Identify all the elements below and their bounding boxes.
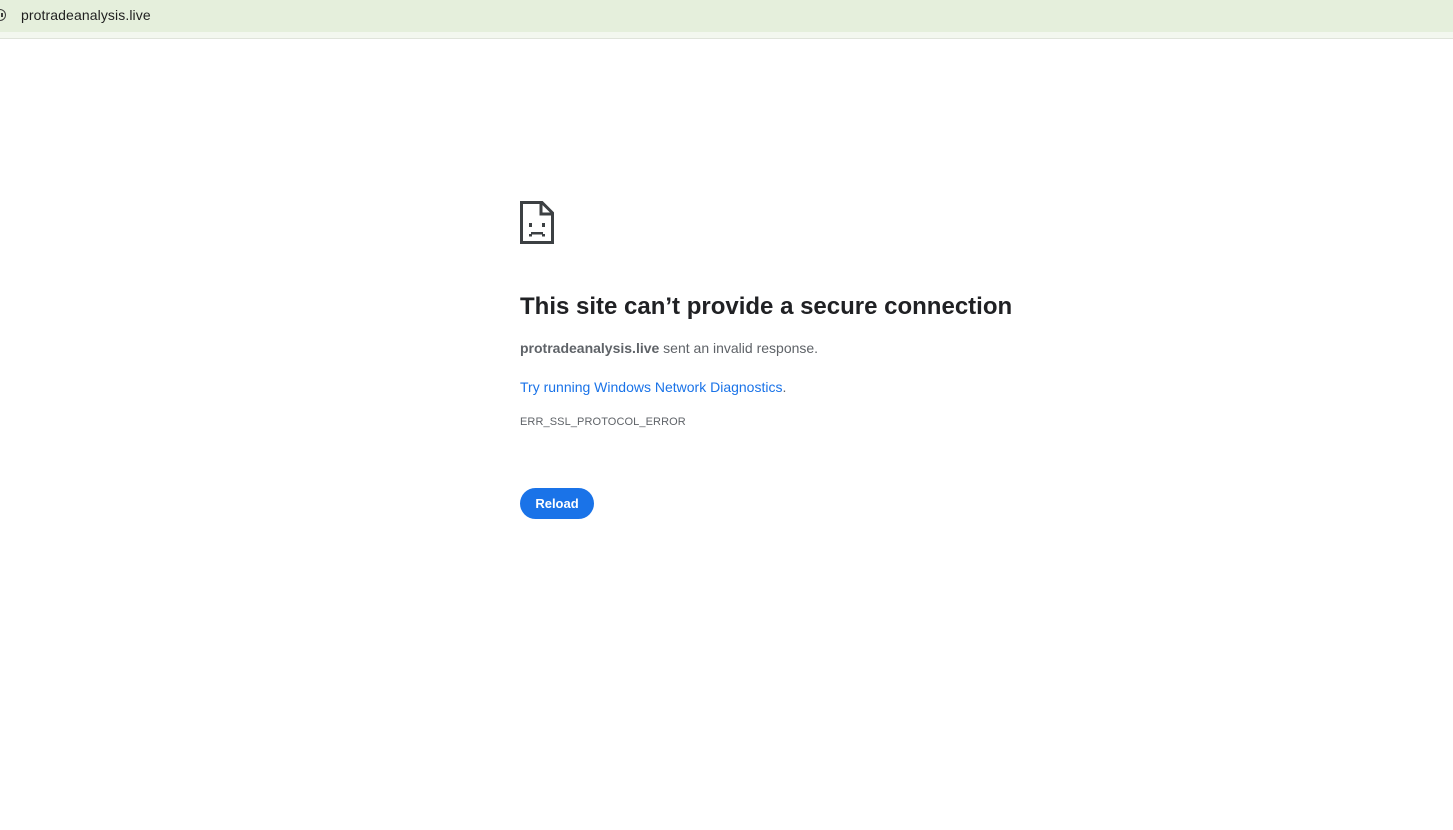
network-diagnostics-link[interactable]: Try running Windows Network Diagnostics: [520, 379, 782, 395]
address-bar: protradeanalysis.live: [0, 0, 1453, 32]
reload-button[interactable]: Reload: [520, 488, 594, 519]
sad-page-icon: [520, 201, 554, 244]
error-content: This site can’t provide a secure connect…: [520, 201, 1120, 519]
toolbar-divider: [0, 32, 1453, 39]
info-circle-icon[interactable]: [0, 9, 6, 21]
suggestion: Try running Windows Network Diagnostics.: [520, 377, 1120, 397]
suggestion-suffix: .: [782, 379, 787, 395]
error-message: sent an invalid response.: [659, 340, 819, 356]
error-summary: protradeanalysis.live sent an invalid re…: [520, 338, 1120, 358]
url-text[interactable]: protradeanalysis.live: [21, 7, 151, 23]
error-code: ERR_SSL_PROTOCOL_ERROR: [520, 416, 686, 428]
error-host: protradeanalysis.live: [520, 340, 660, 356]
page-title: This site can’t provide a secure connect…: [520, 293, 1013, 320]
